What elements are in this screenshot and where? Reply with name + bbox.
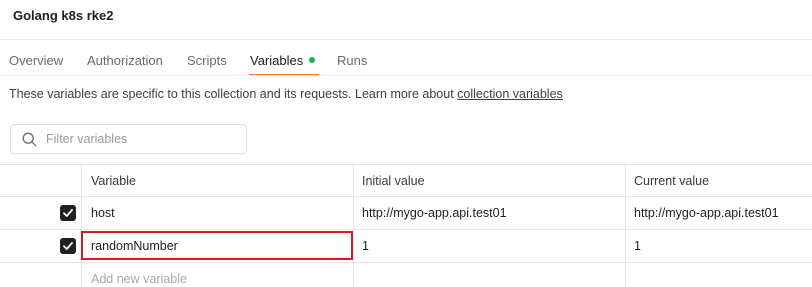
filter-variables-input[interactable] <box>46 130 236 148</box>
variable-name-cell[interactable]: host <box>91 206 115 220</box>
row-enable-checkbox[interactable] <box>60 238 76 254</box>
table-border-top <box>0 164 812 165</box>
current-value-cell[interactable]: 1 <box>634 239 641 253</box>
column-divider <box>81 164 82 287</box>
initial-value-cell[interactable]: http://mygo-app.api.test01 <box>362 206 507 220</box>
description-text: These variables are specific to this col… <box>9 87 458 101</box>
variables-description: These variables are specific to this col… <box>9 87 563 101</box>
tab-scripts[interactable]: Scripts <box>187 53 227 68</box>
column-divider <box>353 164 354 287</box>
tabs-divider <box>0 75 812 76</box>
tab-overview[interactable]: Overview <box>9 53 63 68</box>
collection-title: Golang k8s rke2 <box>13 8 114 23</box>
checkmark-icon <box>63 209 73 217</box>
checkmark-icon <box>63 242 73 250</box>
tab-variables-label: Variables <box>250 53 304 68</box>
column-header-current-value: Current value <box>634 174 710 188</box>
tab-variables[interactable]: Variables <box>250 53 316 68</box>
current-value-cell[interactable]: http://mygo-app.api.test01 <box>634 206 779 220</box>
search-icon <box>22 132 37 147</box>
tab-runs[interactable]: Runs <box>337 53 367 68</box>
collection-tabs: Overview Authorization Scripts Variables… <box>0 40 812 76</box>
filter-variables-field[interactable] <box>10 124 247 154</box>
column-header-variable: Variable <box>91 174 136 188</box>
variables-table: Variable Initial value Current value hos… <box>0 164 812 287</box>
add-new-variable-input[interactable]: Add new variable <box>91 272 187 286</box>
row-divider <box>0 229 812 230</box>
row-enable-checkbox[interactable] <box>60 205 76 221</box>
collection-variables-link[interactable]: collection variables <box>457 87 563 101</box>
tab-authorization[interactable]: Authorization <box>87 53 163 68</box>
tab-variables-status-dot <box>309 57 316 63</box>
column-header-initial-value: Initial value <box>362 174 425 188</box>
initial-value-cell[interactable]: 1 <box>362 239 369 253</box>
row-divider <box>0 262 812 263</box>
table-header-divider <box>0 196 812 197</box>
column-divider <box>625 164 626 287</box>
highlight-box <box>81 231 353 260</box>
